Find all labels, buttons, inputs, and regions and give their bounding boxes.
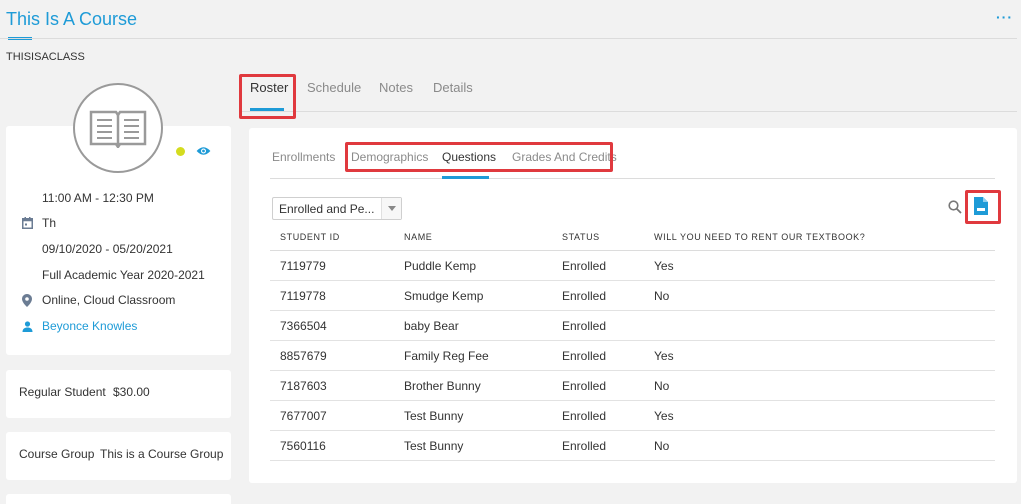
eye-icon[interactable] [196, 145, 211, 157]
subtab-questions[interactable]: Questions [442, 150, 496, 164]
location-row: Online, Cloud Classroom [20, 293, 175, 307]
cell-answer: Yes [654, 409, 674, 423]
table-row[interactable]: 7560116 Test Bunny Enrolled No [270, 431, 995, 461]
cell-answer: Yes [654, 349, 674, 363]
time-row: 11:00 AM - 12:30 PM [20, 191, 154, 205]
course-dates: 09/10/2020 - 05/20/2021 [42, 242, 173, 256]
cell-student-id: 7119778 [280, 289, 326, 303]
cell-student-id: 7119779 [280, 259, 326, 273]
table-row[interactable]: 7366504 baby Bear Enrolled [270, 311, 995, 341]
status-dot [176, 147, 185, 156]
cell-student-id: 7677007 [280, 409, 327, 423]
subtab-grades-and-credits[interactable]: Grades And Credits [512, 150, 617, 164]
search-icon[interactable] [948, 200, 962, 214]
course-title: This Is A Course [6, 9, 138, 29]
group-value: This is a Course Group [100, 447, 224, 461]
cell-answer: No [654, 439, 670, 453]
cell-answer: No [654, 289, 670, 303]
term-row: Full Academic Year 2020-2021 [20, 268, 205, 282]
dates-row: 09/10/2020 - 05/20/2021 [20, 242, 173, 256]
cell-status: Enrolled [562, 319, 607, 333]
cell-answer: No [654, 379, 670, 393]
caret-down-icon [381, 198, 401, 219]
subtab-demographics[interactable]: Demographics [351, 150, 428, 164]
course-time: 11:00 AM - 12:30 PM [42, 191, 154, 205]
xls-file-icon[interactable] [974, 197, 988, 215]
subtab-enrollments[interactable]: Enrollments [272, 150, 335, 164]
course-term: Full Academic Year 2020-2021 [42, 268, 205, 282]
location-pin-icon [20, 293, 34, 307]
tabs-divider [240, 111, 1017, 112]
col-textbook-question[interactable]: WILL YOU NEED TO RENT OUR TEXTBOOK? [654, 232, 865, 242]
calendar-icon [20, 216, 34, 230]
course-group-card: Course Group This is a Course Group [6, 432, 231, 480]
tab-schedule[interactable]: Schedule [307, 80, 361, 95]
col-status[interactable]: STATUS [562, 232, 600, 242]
instructor-row: Beyonce Knowles [20, 319, 137, 333]
filter-value: Enrolled and Pe... [279, 202, 375, 216]
tab-notes[interactable]: Notes [379, 80, 413, 95]
cell-student-id: 7366504 [280, 319, 327, 333]
title-divider [0, 38, 1017, 39]
pricing-card: Regular Student $30.00 [6, 370, 231, 418]
class-code: THISISACLASS [6, 51, 85, 63]
days-row: Th [20, 216, 56, 230]
course-image [73, 83, 163, 173]
tab-details[interactable]: Details [433, 80, 473, 95]
cell-status: Enrolled [562, 289, 607, 303]
table-header: STUDENT ID NAME STATUS WILL YOU NEED TO … [270, 224, 995, 251]
cell-name: Test Bunny [404, 409, 464, 423]
group-label: Course Group [19, 447, 95, 461]
cell-name: Family Reg Fee [404, 349, 489, 363]
col-student-id[interactable]: STUDENT ID [280, 232, 340, 242]
book-icon [89, 110, 147, 148]
person-icon [20, 319, 34, 333]
cell-student-id: 7560116 [280, 439, 326, 453]
cell-name: Puddle Kemp [404, 259, 477, 273]
cell-name: Smudge Kemp [404, 289, 484, 303]
table-row[interactable]: 7119779 Puddle Kemp Enrolled Yes [270, 251, 995, 281]
table-row[interactable]: 8857679 Family Reg Fee Enrolled Yes [270, 341, 995, 371]
subtabs-divider [270, 178, 995, 179]
price-label: Regular Student [19, 385, 106, 399]
price-amount: $30.00 [113, 385, 150, 399]
cell-answer: Yes [654, 259, 674, 273]
cell-status: Enrolled [562, 379, 607, 393]
table-row[interactable]: 7677007 Test Bunny Enrolled Yes [270, 401, 995, 431]
cell-student-id: 7187603 [280, 379, 327, 393]
cell-status: Enrolled [562, 439, 607, 453]
enrollment-status-filter[interactable]: Enrolled and Pe... [272, 197, 402, 220]
additional-card [6, 494, 231, 504]
cell-status: Enrolled [562, 409, 607, 423]
col-name[interactable]: NAME [404, 232, 432, 242]
cell-status: Enrolled [562, 349, 607, 363]
cell-name: Brother Bunny [404, 379, 481, 393]
table-row[interactable]: 7187603 Brother Bunny Enrolled No [270, 371, 995, 401]
instructor-link[interactable]: Beyonce Knowles [42, 319, 137, 333]
more-icon[interactable]: ··· [996, 10, 1012, 26]
roster-panel: Enrollments Demographics Questions Grade… [249, 128, 1017, 483]
cell-name: Test Bunny [404, 439, 464, 453]
course-days: Th [42, 216, 57, 230]
active-subtab-indicator [442, 176, 489, 179]
cell-status: Enrolled [562, 259, 607, 273]
table-row[interactable]: 7119778 Smudge Kemp Enrolled No [270, 281, 995, 311]
course-location: Online, Cloud Classroom [42, 293, 176, 307]
cell-student-id: 8857679 [280, 349, 327, 363]
tab-roster[interactable]: Roster [250, 80, 288, 95]
cell-name: baby Bear [404, 319, 459, 333]
